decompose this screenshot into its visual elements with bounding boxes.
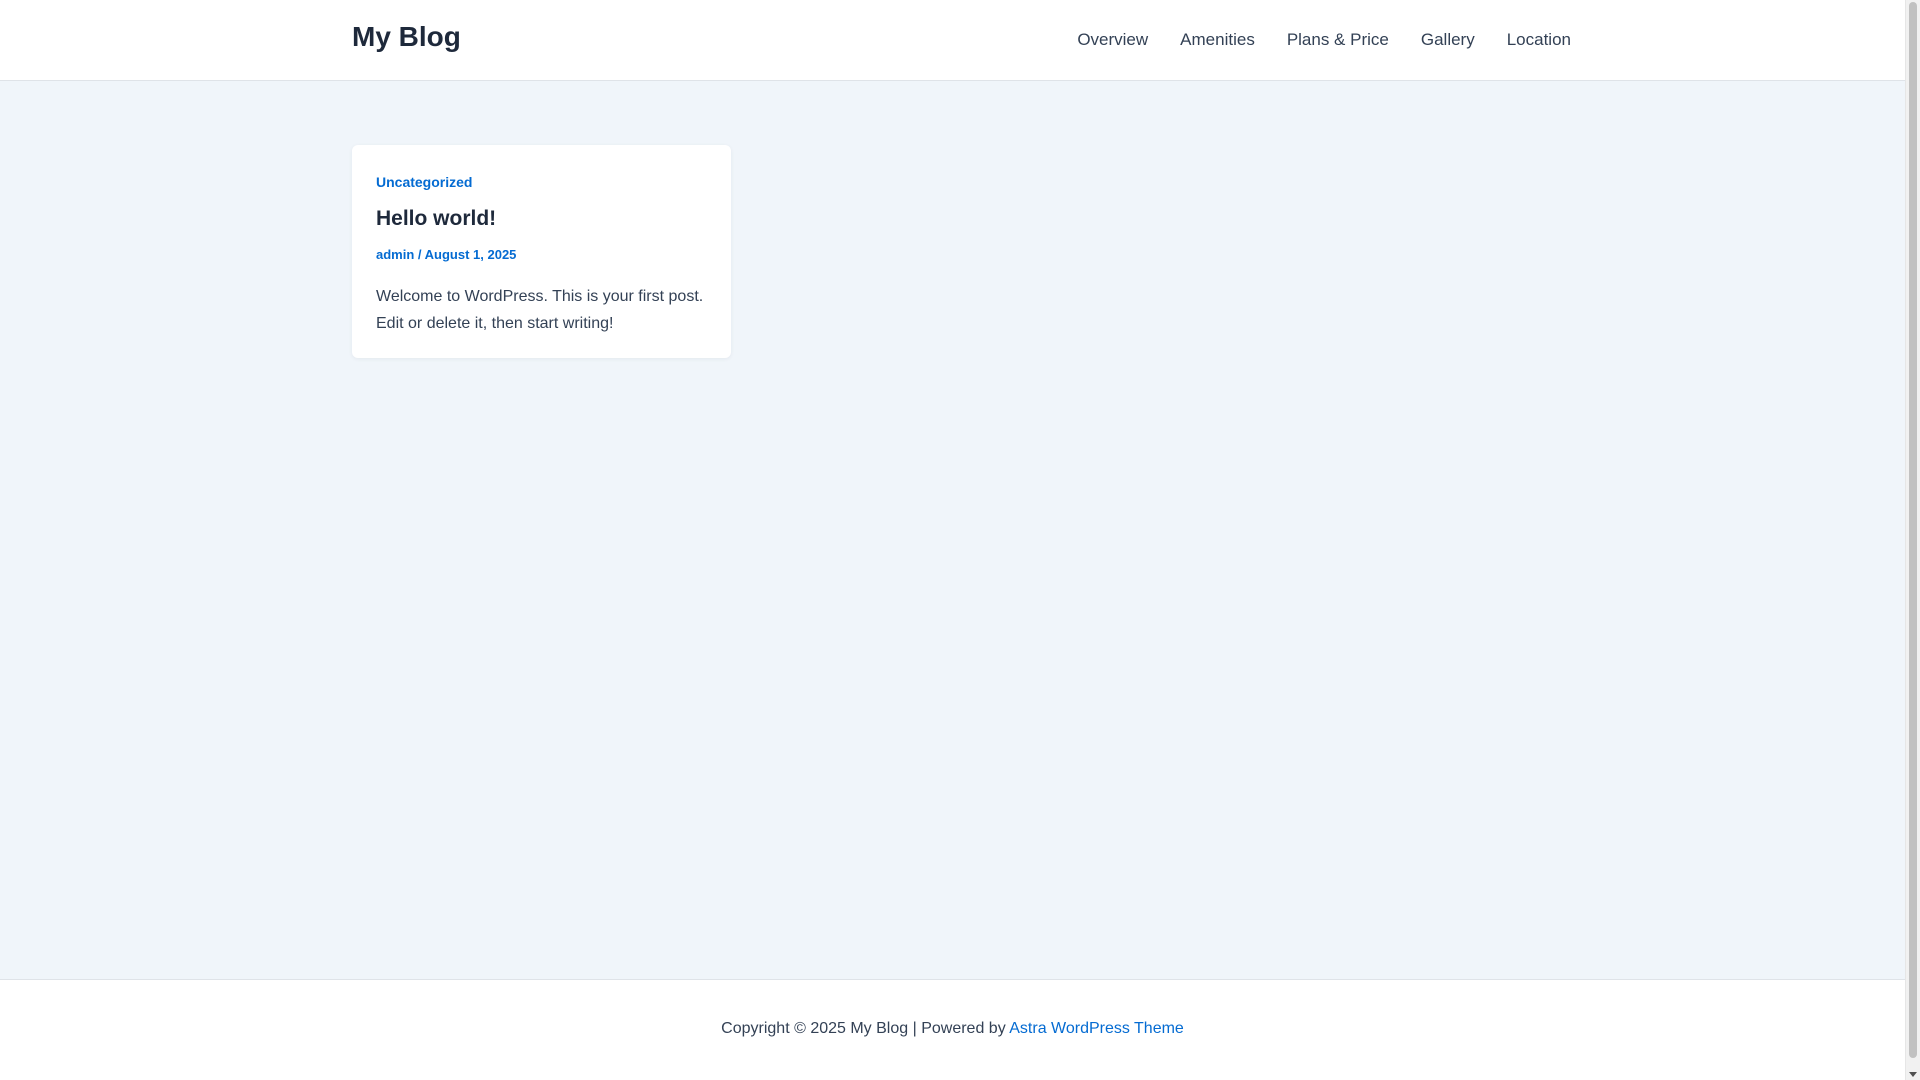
post-meta: admin / August 1, 2025 — [376, 247, 516, 262]
post-category-link[interactable]: Uncategorized — [376, 174, 472, 190]
footer-copyright: Copyright © 2025 My Blog | Powered by As… — [0, 1020, 1905, 1038]
post-date-link[interactable]: August 1, 2025 — [425, 247, 517, 262]
site-footer: Copyright © 2025 My Blog | Powered by As… — [0, 979, 1905, 1080]
nav-item-amenities[interactable]: Amenities — [1164, 30, 1271, 50]
footer-copyright-text: Copyright © 2025 My Blog | Powered by — [721, 1020, 1010, 1037]
nav-item-gallery[interactable]: Gallery — [1405, 30, 1491, 50]
footer-theme-link[interactable]: Astra WordPress Theme — [1009, 1020, 1184, 1037]
site-title-link[interactable]: My Blog — [352, 21, 461, 53]
page-scrollbar[interactable] — [1905, 0, 1920, 1080]
scrollbar-thumb[interactable] — [1909, 2, 1917, 1058]
post-title-link[interactable]: Hello world! — [376, 207, 496, 231]
post-author-link[interactable]: admin — [376, 247, 414, 262]
site-content: Uncategorized Hello world! admin / Augus… — [0, 81, 1905, 979]
nav-item-plans-price[interactable]: Plans & Price — [1271, 30, 1405, 50]
post-excerpt: Welcome to WordPress. This is your first… — [376, 288, 704, 332]
main-navigation: Overview Amenities Plans & Price Gallery… — [1061, 0, 1587, 80]
nav-item-overview[interactable]: Overview — [1061, 30, 1164, 50]
site-header: My Blog Overview Amenities Plans & Price… — [0, 0, 1905, 81]
post-card: Uncategorized Hello world! admin / Augus… — [352, 145, 731, 358]
scroll-down-arrow-icon[interactable] — [1909, 1072, 1917, 1077]
nav-item-location[interactable]: Location — [1491, 30, 1587, 50]
post-meta-separator: / — [414, 247, 425, 262]
